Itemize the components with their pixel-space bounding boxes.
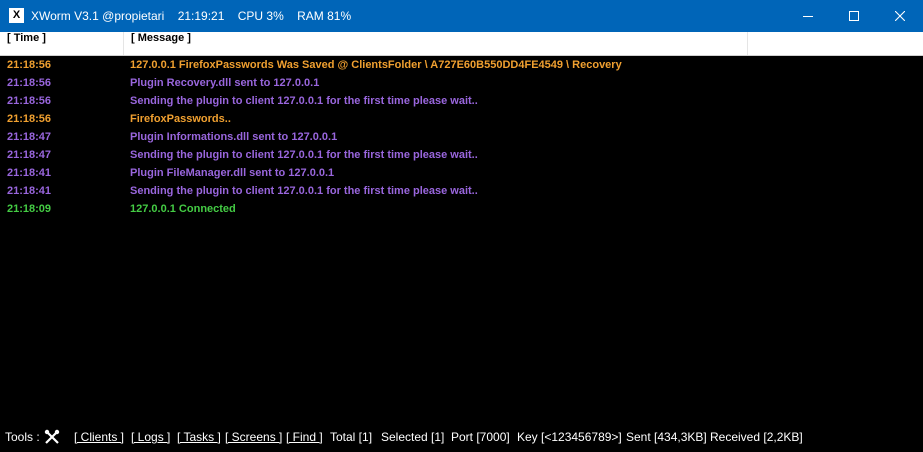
title-app-name: XWorm V3.1 @propietari [31,9,165,23]
window-title: XWorm V3.1 @propietari 21:19:21 CPU 3% R… [31,0,361,32]
maximize-icon [849,11,859,21]
status-bar: Tools : [ Clients ] [ Logs ] [ Tasks ] [… [0,426,923,448]
port-info: Port [7000] [451,430,510,444]
log-row[interactable]: 21:18:47 Sending the plugin to client 127… [0,146,923,164]
column-header-message[interactable]: [ Message ] [124,32,748,56]
column-header-time[interactable]: [ Time ] [0,32,124,56]
close-button[interactable] [877,0,923,32]
app-icon: X [9,8,24,23]
log-message: Sending the plugin to client 127.0.0.1 f… [130,149,478,161]
log-time: 21:18:56 [7,113,52,125]
log-time: 21:18:41 [7,167,52,179]
log-message: Plugin Informations.dll sent to 127.0.0.… [130,131,338,143]
log-row[interactable]: 21:18:56 127.0.0.1 FirefoxPasswords Was S… [0,56,923,74]
xworm-window: X XWorm V3.1 @propietari 21:19:21 CPU 3%… [0,0,923,448]
clients-link[interactable]: [ Clients ] [74,426,124,448]
log-row[interactable]: 21:18:56 Plugin Recovery.dll sent to 127.… [0,74,923,92]
log-message: 127.0.0.1 Connected [130,203,236,215]
selected-count: Selected [1] [381,430,445,444]
log-list[interactable]: 21:18:56 127.0.0.1 FirefoxPasswords Was S… [0,56,923,420]
tools-label: Tools : [5,430,40,444]
find-link[interactable]: [ Find ] [286,426,323,448]
log-row[interactable]: 21:18:41 Plugin FileManager.dll sent to 1… [0,164,923,182]
title-clock: 21:19:21 [177,9,225,23]
log-message: Sending the plugin to client 127.0.0.1 f… [130,185,478,197]
minimize-icon [803,16,813,17]
log-time: 21:18:09 [7,203,52,215]
log-time: 21:18:47 [7,149,52,161]
log-message: Plugin Recovery.dll sent to 127.0.0.1 [130,77,320,89]
log-row[interactable]: 21:18:56 Sending the plugin to client 127… [0,92,923,110]
log-time: 21:18:47 [7,131,52,143]
log-row[interactable]: 21:18:47 Plugin Informations.dll sent to … [0,128,923,146]
close-icon [895,11,905,21]
log-message: 127.0.0.1 FirefoxPasswords Was Saved @ C… [130,59,622,71]
tasks-link[interactable]: [ Tasks ] [177,426,221,448]
log-message: Sending the plugin to client 127.0.0.1 f… [130,95,478,107]
minimize-button[interactable] [785,0,831,32]
log-row[interactable]: 21:18:09 127.0.0.1 Connected [0,200,923,218]
screens-link[interactable]: [ Screens ] [225,426,282,448]
received-bytes: Received [2,2KB] [710,430,803,444]
logs-link[interactable]: [ Logs ] [131,426,170,448]
title-bar[interactable]: X XWorm V3.1 @propietari 21:19:21 CPU 3%… [0,0,923,32]
log-time: 21:18:56 [7,95,52,107]
tools-icon[interactable] [44,429,60,445]
log-row[interactable]: 21:18:56 FirefoxPasswords.. [0,110,923,128]
sent-bytes: Sent [434,3KB] [626,430,707,444]
log-list-header: [ Time ] [ Message ] [0,32,923,56]
log-message: Plugin FileManager.dll sent to 127.0.0.1 [130,167,335,179]
key-info: Key [<123456789>] [517,430,622,444]
log-time: 21:18:41 [7,185,52,197]
log-time: 21:18:56 [7,77,52,89]
log-row[interactable]: 21:18:41 Sending the plugin to client 127… [0,182,923,200]
total-count: Total [1] [330,430,373,444]
title-cpu: CPU 3% [237,9,284,23]
log-time: 21:18:56 [7,59,52,71]
log-message: FirefoxPasswords.. [130,113,231,125]
maximize-button[interactable] [831,0,877,32]
title-ram: RAM 81% [297,9,352,23]
wrench-screwdriver-icon [44,429,60,444]
